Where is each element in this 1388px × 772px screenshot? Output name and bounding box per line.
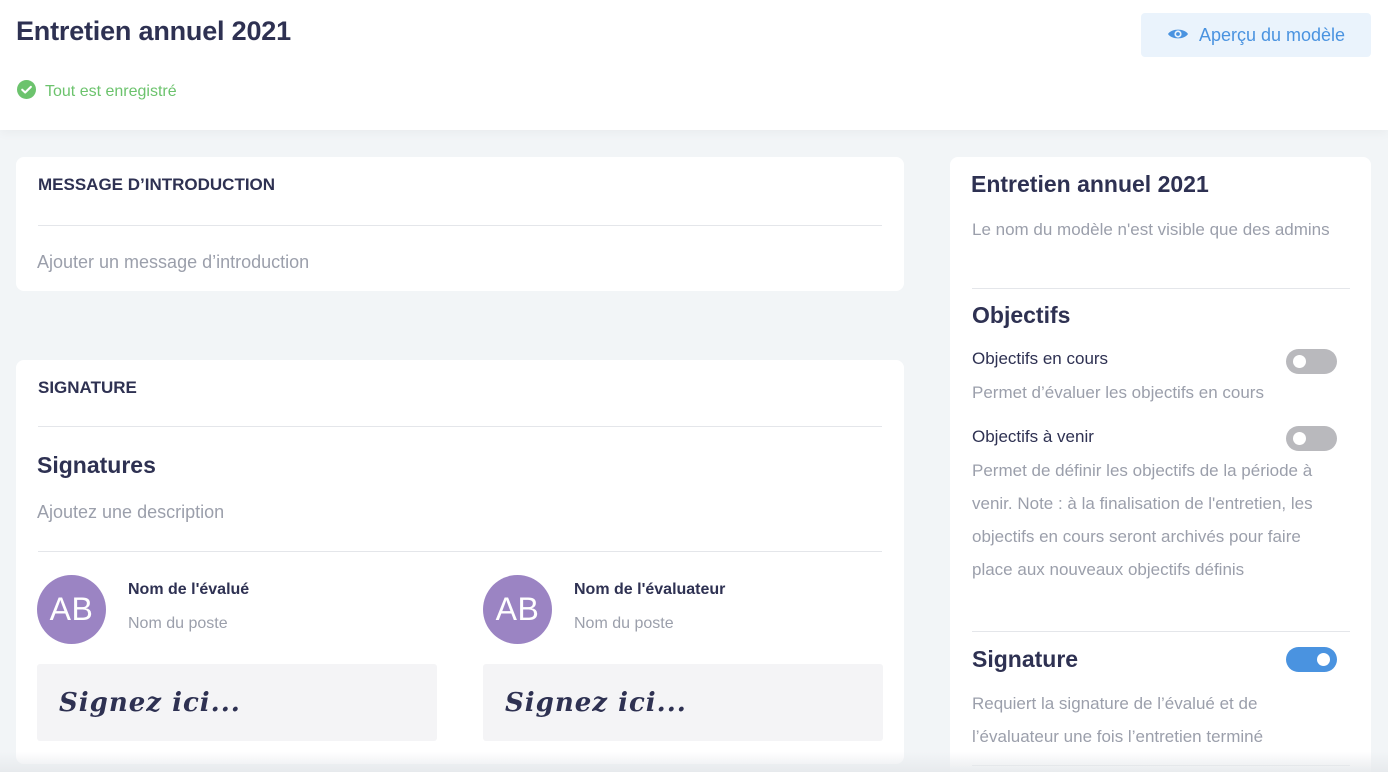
page-header: Entretien annuel 2021 Tout est enregistr… — [0, 0, 1388, 130]
avatar: AB — [483, 575, 552, 644]
signature-description-input[interactable]: Ajoutez une description — [37, 502, 224, 523]
signature-setting-description: Requiert la signature de l’évalué et de … — [972, 694, 1264, 746]
signature-toggle[interactable] — [1286, 647, 1337, 672]
save-status: Tout est enregistré — [17, 80, 177, 104]
template-preview-button[interactable]: Aperçu du modèle — [1141, 13, 1371, 57]
upcoming-objectives-label: Objectifs à venir — [972, 427, 1094, 446]
signature-card: SIGNATURE Signatures Ajoutez une descrip… — [16, 360, 904, 764]
eye-icon — [1167, 25, 1189, 46]
check-circle-icon — [17, 80, 36, 104]
signature-section-title: Signature — [972, 646, 1079, 672]
intro-message-card: MESSAGE D’INTRODUCTION Ajouter un messag… — [16, 157, 904, 291]
evaluee-info: AB Nom de l'évalué Nom du poste — [37, 575, 437, 645]
save-status-text: Tout est enregistré — [45, 83, 177, 100]
template-settings-panel: Entretien annuel 2021 Le nom du modèle n… — [950, 157, 1371, 772]
evaluator-signature-box[interactable]: Signez ici... — [483, 664, 883, 741]
upcoming-objectives-toggle[interactable] — [1286, 426, 1337, 451]
avatar: AB — [37, 575, 106, 644]
toggle-knob — [1293, 355, 1306, 368]
signature-placeholder: Signez ici... — [59, 688, 241, 718]
toggle-knob — [1317, 653, 1330, 666]
evaluee-name: Nom de l'évalué — [128, 581, 250, 598]
intro-message-input[interactable]: Ajouter un message d’introduction — [37, 252, 309, 273]
evaluee-signature-box[interactable]: Signez ici... — [37, 664, 437, 741]
objectives-section-title: Objectifs — [972, 302, 1071, 328]
current-objectives-toggle[interactable] — [1286, 349, 1337, 374]
page-title: Entretien annuel 2021 — [16, 16, 291, 46]
evaluator-role: Nom du poste — [574, 615, 674, 632]
signature-placeholder: Signez ici... — [505, 688, 687, 718]
template-name-input[interactable]: Entretien annuel 2021 — [971, 171, 1209, 198]
divider — [38, 426, 882, 427]
evaluee-role: Nom du poste — [128, 615, 228, 632]
intro-heading: MESSAGE D’INTRODUCTION — [38, 175, 276, 194]
toggle-knob — [1293, 432, 1306, 445]
signature-heading: SIGNATURE — [38, 378, 137, 397]
current-objectives-label: Objectifs en cours — [972, 349, 1109, 368]
template-preview-label: Aperçu du modèle — [1198, 24, 1346, 45]
evaluator-name: Nom de l'évaluateur — [574, 581, 726, 598]
divider — [972, 631, 1350, 632]
divider — [38, 225, 882, 226]
current-objectives-description: Permet d’évaluer les objectifs en cours — [972, 383, 1264, 402]
divider — [38, 551, 882, 552]
evaluator-info: AB Nom de l'évaluateur Nom du poste — [483, 575, 883, 645]
divider — [972, 765, 1350, 766]
template-name-note: Le nom du modèle n'est visible que des a… — [972, 220, 1330, 239]
divider — [972, 288, 1350, 289]
upcoming-objectives-description: Permet de définir les objectifs de la pé… — [972, 461, 1313, 579]
signature-title-input[interactable]: Signatures — [37, 452, 156, 479]
